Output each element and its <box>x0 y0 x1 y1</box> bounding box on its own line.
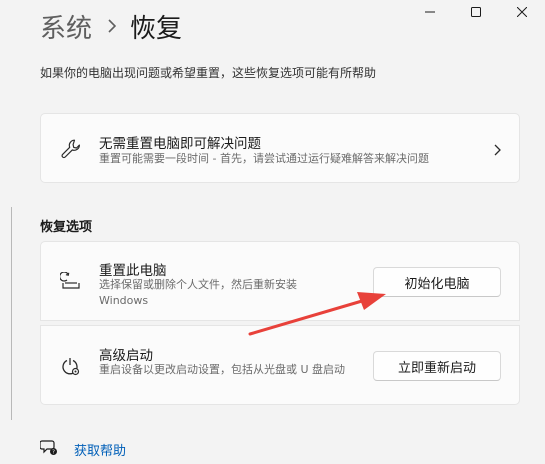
recovery-options-heading: 恢复选项 <box>40 220 93 235</box>
get-help-label: 获取帮助 <box>74 443 127 459</box>
window-controls <box>407 0 545 24</box>
troubleshoot-subtitle: 重置可能需要一段时间 - 首先，请尝试通过运行疑难解答来解决问题 <box>99 152 429 165</box>
advanced-startup-icon <box>58 354 84 380</box>
help-chat-icon: ? <box>39 438 58 460</box>
advanced-startup-subtitle: 重启设备以更改启动设置，包括从光盘或 U 盘启动 <box>99 363 346 376</box>
breadcrumb-system-link[interactable]: 系统 <box>40 8 92 45</box>
chevron-right-icon <box>494 141 501 160</box>
reset-pc-title: 重置此电脑 <box>99 263 167 279</box>
left-divider <box>11 207 12 420</box>
advanced-startup-card: 高级启动 重启设备以更改启动设置，包括从光盘或 U 盘启动 立即重新启动 <box>40 325 520 405</box>
page-title: 恢复 <box>130 13 183 44</box>
close-button[interactable] <box>499 0 545 24</box>
close-icon <box>517 7 527 17</box>
reset-pc-subtitle: 选择保留或删除个人文件，然后重新安装 Windows <box>99 278 297 307</box>
maximize-button[interactable] <box>453 0 499 24</box>
restart-now-button[interactable]: 立即重新启动 <box>373 351 501 381</box>
troubleshoot-title: 无需重置电脑即可解决问题 <box>99 136 261 152</box>
minimize-icon <box>425 11 435 13</box>
breadcrumb: 系统 恢复 <box>40 6 182 46</box>
advanced-startup-title: 高级启动 <box>99 348 153 364</box>
svg-text:?: ? <box>52 450 55 456</box>
intro-text: 如果你的电脑出现问题或希望重置，这些恢复选项可能有所帮助 <box>40 66 377 80</box>
minimize-button[interactable] <box>407 0 453 24</box>
maximize-icon <box>471 7 481 17</box>
get-help-link[interactable]: ? 获取帮助 <box>39 438 127 460</box>
troubleshoot-card[interactable]: 无需重置电脑即可解决问题 重置可能需要一段时间 - 首先，请尝试通过运行疑难解答… <box>40 113 520 183</box>
reset-pc-card: 重置此电脑 选择保留或删除个人文件，然后重新安装 Windows 初始化电脑 <box>40 241 520 321</box>
reset-pc-icon <box>58 269 84 295</box>
chevron-right-icon <box>108 19 117 33</box>
wrench-icon <box>58 136 84 162</box>
reset-pc-button[interactable]: 初始化电脑 <box>373 267 501 297</box>
